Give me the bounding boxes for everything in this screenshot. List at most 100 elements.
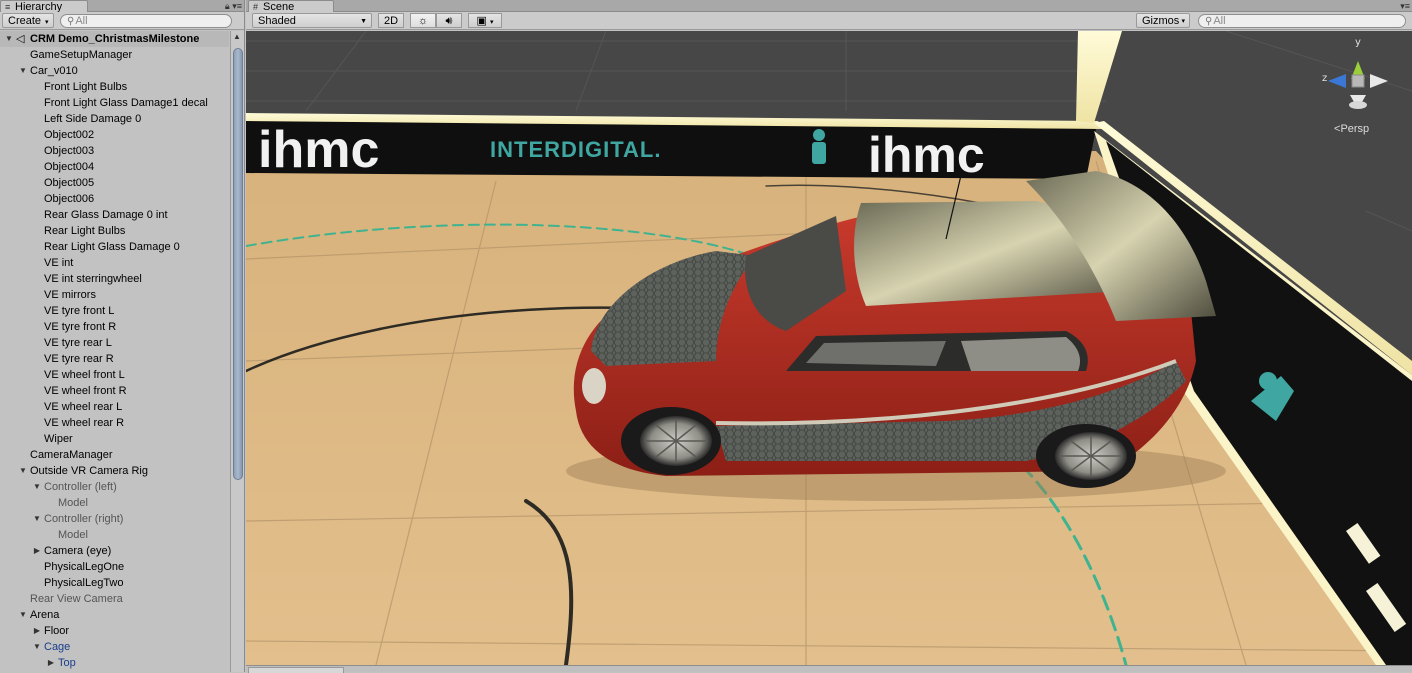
- hierarchy-item[interactable]: CameraManager: [0, 447, 229, 463]
- hierarchy-item[interactable]: PhysicalLegTwo: [0, 575, 229, 591]
- scene-render: ihmc INTERDIGITAL. ihmc: [246, 31, 1412, 665]
- shading-mode-dropdown[interactable]: Shaded ▼: [252, 13, 372, 28]
- hierarchy-item-label: VE tyre front R: [44, 321, 117, 333]
- hierarchy-item[interactable]: Model: [0, 495, 229, 511]
- expand-arrow-down-icon[interactable]: ▼: [32, 511, 42, 527]
- hierarchy-item-label: Rear Light Bulbs: [44, 225, 126, 237]
- hierarchy-item-label: Controller (left): [44, 481, 117, 493]
- hierarchy-scroll-thumb[interactable]: [233, 48, 243, 480]
- hierarchy-item[interactable]: Wiper: [0, 431, 229, 447]
- bottom-panel-tabbar: [246, 665, 1412, 673]
- hierarchy-item-label: VE int: [44, 257, 74, 269]
- expand-arrow-right-icon[interactable]: ▶: [32, 623, 42, 639]
- hierarchy-item[interactable]: ▶ Floor: [0, 623, 229, 639]
- hierarchy-item[interactable]: ▶ Camera (eye): [0, 543, 229, 559]
- bottom-tab[interactable]: [248, 667, 344, 673]
- hierarchy-item[interactable]: Object005: [0, 175, 229, 191]
- scene-search-input[interactable]: ⚲All: [1198, 14, 1406, 28]
- expand-arrow-right-icon[interactable]: ▶: [32, 543, 42, 559]
- hierarchy-item[interactable]: Object003: [0, 143, 229, 159]
- hierarchy-item-label: PhysicalLegOne: [44, 561, 125, 573]
- hierarchy-scrollbar[interactable]: ▲: [230, 31, 244, 672]
- scene-panel: # Scene ▾≡ Shaded ▼ 2D ☼ 🔊︎ ▣ ▾ Gizmos ▾ ⚲A…: [246, 0, 1412, 673]
- toggle-2d-button[interactable]: 2D: [378, 13, 404, 28]
- expand-arrow-down-icon[interactable]: ▼: [32, 639, 42, 655]
- panel-menu-icon[interactable]: ▾≡: [232, 1, 242, 11]
- hierarchy-item[interactable]: VE wheel rear L: [0, 399, 229, 415]
- hierarchy-item-label: Outside VR Camera Rig: [30, 465, 148, 477]
- hierarchy-item[interactable]: Object002: [0, 127, 229, 143]
- hierarchy-item[interactable]: GameSetupManager: [0, 47, 229, 63]
- hierarchy-item-label: Top: [58, 657, 76, 669]
- hierarchy-tab-icons: 🔒︎ ▾≡: [225, 0, 242, 12]
- hierarchy-item[interactable]: VE int sterringwheel: [0, 271, 229, 287]
- projection-toggle[interactable]: <Persp: [1334, 123, 1369, 135]
- hierarchy-item[interactable]: ▶ Top: [0, 655, 229, 671]
- create-dropdown[interactable]: Create ▾: [2, 13, 54, 28]
- hierarchy-item[interactable]: Object006: [0, 191, 229, 207]
- expand-arrow-down-icon[interactable]: ▼: [18, 63, 28, 79]
- audio-toggle-icon[interactable]: 🔊︎: [436, 13, 462, 28]
- hierarchy-item[interactable]: ▼ Car_v010: [0, 63, 229, 79]
- panel-menu-icon[interactable]: ▾≡: [1400, 1, 1410, 11]
- hierarchy-item[interactable]: Front Light Glass Damage1 decal: [0, 95, 229, 111]
- expand-arrow-down-icon[interactable]: ▼: [18, 607, 28, 623]
- tab-hierarchy[interactable]: ≡ Hierarchy: [0, 0, 88, 13]
- hierarchy-item[interactable]: VE int: [0, 255, 229, 271]
- hierarchy-item[interactable]: Rear View Camera: [0, 591, 229, 607]
- hierarchy-search-input[interactable]: ⚲All: [60, 14, 232, 28]
- hierarchy-item[interactable]: Left Side Damage 0: [0, 111, 229, 127]
- lighting-toggle-icon[interactable]: ☼: [410, 13, 436, 28]
- hierarchy-item[interactable]: VE wheel front L: [0, 367, 229, 383]
- lock-icon[interactable]: 🔒︎: [225, 1, 230, 11]
- hierarchy-item[interactable]: VE tyre front R: [0, 319, 229, 335]
- unity-editor: ≡ Hierarchy 🔒︎ ▾≡ Create ▾ ⚲All ▼ ◁ CRM Demo…: [0, 0, 1412, 673]
- effects-toggle-icon[interactable]: ▣ ▾: [468, 13, 502, 28]
- hierarchy-item[interactable]: VE tyre rear L: [0, 335, 229, 351]
- gizmos-dropdown[interactable]: Gizmos ▾: [1136, 13, 1190, 28]
- car-interior: [806, 341, 946, 366]
- hierarchy-item[interactable]: Model: [0, 527, 229, 543]
- gizmo-neg-y-cap: [1349, 101, 1367, 109]
- hierarchy-item[interactable]: ▼ Arena: [0, 607, 229, 623]
- banner-figure-icon: [812, 129, 826, 164]
- hierarchy-item[interactable]: VE tyre rear R: [0, 351, 229, 367]
- scroll-up-arrow-icon[interactable]: ▲: [233, 32, 241, 41]
- expand-arrow-right-icon[interactable]: ▶: [46, 655, 56, 671]
- hierarchy-item[interactable]: ▼ Cage: [0, 639, 229, 655]
- hierarchy-tabbar: ≡ Hierarchy 🔒︎ ▾≡: [0, 0, 244, 13]
- hierarchy-item[interactable]: PhysicalLegOne: [0, 559, 229, 575]
- hierarchy-item[interactable]: VE wheel front R: [0, 383, 229, 399]
- hierarchy-panel: ≡ Hierarchy 🔒︎ ▾≡ Create ▾ ⚲All ▼ ◁ CRM Demo…: [0, 0, 245, 672]
- car-wheel-rear: [1036, 424, 1136, 488]
- hierarchy-item[interactable]: Object004: [0, 159, 229, 175]
- hierarchy-item-label: Model: [58, 529, 88, 541]
- expand-arrow-down-icon[interactable]: ▼: [32, 479, 42, 495]
- car-headlight: [582, 368, 606, 404]
- expand-arrow-down-icon[interactable]: ▼: [4, 31, 14, 47]
- scene-root-item[interactable]: ▼ ◁ CRM Demo_ChristmasMilestone: [0, 31, 229, 47]
- hierarchy-item[interactable]: Rear Light Glass Damage 0: [0, 239, 229, 255]
- hierarchy-item[interactable]: VE mirrors: [0, 287, 229, 303]
- hierarchy-item[interactable]: ▼ Outside VR Camera Rig: [0, 463, 229, 479]
- hierarchy-item[interactable]: ▼ Controller (left): [0, 479, 229, 495]
- chevron-down-icon: ▾: [45, 19, 49, 26]
- hierarchy-item-label: Rear View Camera: [30, 593, 123, 605]
- hierarchy-item[interactable]: ▼ Controller (right): [0, 511, 229, 527]
- tab-scene[interactable]: # Scene: [248, 0, 334, 13]
- gizmos-label: Gizmos: [1142, 15, 1180, 27]
- expand-arrow-down-icon[interactable]: ▼: [18, 463, 28, 479]
- car-wheel-front: [621, 407, 721, 475]
- hierarchy-item[interactable]: Front Light Bulbs: [0, 79, 229, 95]
- hierarchy-item[interactable]: Rear Light Bulbs: [0, 223, 229, 239]
- hierarchy-item[interactable]: VE tyre front L: [0, 303, 229, 319]
- scene-toolbar: Shaded ▼ 2D ☼ 🔊︎ ▣ ▾ Gizmos ▾ ⚲All: [246, 12, 1412, 30]
- hierarchy-item-label: Object002: [44, 129, 95, 141]
- unity-logo-icon: ◁: [16, 33, 25, 45]
- create-label: Create: [8, 15, 42, 27]
- hierarchy-item[interactable]: Rear Glass Damage 0 int: [0, 207, 229, 223]
- hierarchy-item[interactable]: VE wheel rear R: [0, 415, 229, 431]
- hierarchy-item-label: CameraManager: [30, 449, 113, 461]
- hierarchy-item-label: PhysicalLegTwo: [44, 577, 124, 589]
- scene-viewport[interactable]: ihmc INTERDIGITAL. ihmc y z <Persp: [246, 31, 1412, 665]
